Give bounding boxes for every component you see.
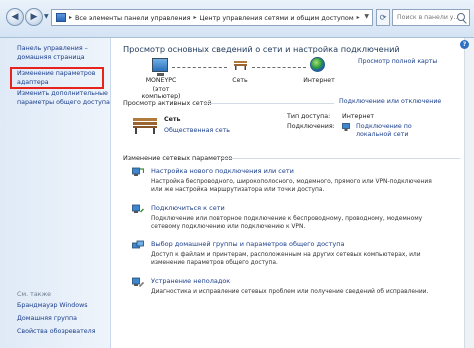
search-box[interactable] <box>392 9 470 26</box>
task-desc-line: Настройка беспроводного, широкополосного… <box>151 179 432 185</box>
divider <box>204 103 334 104</box>
help-icon[interactable]: ? <box>460 40 469 49</box>
network-type-link[interactable]: Общественная сеть <box>164 127 230 134</box>
node-internet: Интернет <box>303 77 335 84</box>
access-type-value: Интернет <box>342 113 375 120</box>
change-settings-heading: Изменение сетевых параметров <box>123 154 233 162</box>
access-type-label: Тип доступа: <box>287 113 331 120</box>
sidebar-link-label: домашняя страница <box>17 54 85 61</box>
task-desc-line: изменение параметров общего доступа. <box>151 260 278 266</box>
sidebar-link-label: Изменить дополнительные <box>17 90 108 97</box>
sidebar-link-internet-options[interactable]: Свойства обозревателя <box>17 327 96 336</box>
node-computer: MONEYPC (этот компьютер) <box>140 77 182 100</box>
lan-connection-label: Подключение по <box>356 123 412 130</box>
address-field[interactable]: ▸ Все элементы панели управления ▸ Центр… <box>51 9 373 26</box>
task-description: Подключение или повторное подключение к … <box>151 215 451 231</box>
task-desc-line: сетевому подключению или подключению к V… <box>151 224 306 230</box>
homegroup-icon <box>132 240 144 249</box>
page-title: Просмотр основных сведений о сети и наст… <box>123 44 400 54</box>
see-also-heading: См. также <box>17 291 52 298</box>
task-title[interactable]: Устранение неполадок <box>151 277 230 285</box>
task-title[interactable]: Подключиться к сети <box>151 204 225 212</box>
sidebar-link-home[interactable]: Панель управления – домашняя страница <box>17 44 88 62</box>
new-connection-icon <box>132 167 144 176</box>
task-desc-line: Доступ к файлам и принтерам, расположенн… <box>151 252 421 258</box>
control-panel-icon <box>56 13 66 22</box>
back-button[interactable]: ◀ <box>6 8 24 26</box>
back-arrow-icon: ◀ <box>11 12 19 22</box>
breadcrumb-chevron-icon[interactable]: ▸ <box>69 14 72 21</box>
divider <box>220 158 460 159</box>
active-networks-heading: Просмотр активных сетей <box>123 99 212 107</box>
sidebar-link-sharing-settings[interactable]: Изменить дополнительные параметры общего… <box>17 89 110 107</box>
refresh-button[interactable]: ⟳ <box>376 9 390 26</box>
task-title[interactable]: Настройка нового подключения или сети <box>151 167 294 175</box>
task-description: Доступ к файлам и принтерам, расположенн… <box>151 251 451 267</box>
recent-pages-dropdown-icon[interactable]: ▼ <box>44 13 49 20</box>
forward-button[interactable]: ▶ <box>25 8 43 26</box>
task-title[interactable]: Выбор домашней группы и параметров общег… <box>151 240 345 248</box>
breadcrumb-chevron-icon[interactable]: ▸ <box>194 14 197 21</box>
connection-line <box>252 67 306 68</box>
internet-globe-icon <box>310 57 325 72</box>
refresh-icon: ⟳ <box>379 13 387 22</box>
node-computer-sub: (этот компьютер) <box>141 86 181 100</box>
node-network: Сеть <box>232 77 248 84</box>
sidebar-link-label: Панель управления – <box>17 45 88 52</box>
vertical-scrollbar[interactable] <box>464 38 474 348</box>
address-dropdown-icon[interactable]: ▼ <box>364 13 369 20</box>
search-input[interactable] <box>397 14 457 21</box>
lan-connection-icon <box>342 123 350 131</box>
task-description: Диагностика и исправление сетевых пробле… <box>151 288 451 296</box>
search-icon[interactable] <box>457 13 465 21</box>
computer-icon <box>152 58 168 76</box>
breadcrumb-item[interactable]: Центр управления сетями и общим доступом <box>200 14 354 22</box>
task-desc-line: Диагностика и исправление сетевых пробле… <box>151 289 429 295</box>
network-bench-icon <box>133 118 157 134</box>
lan-connection-label: локальной сети <box>356 131 409 138</box>
breadcrumb-item[interactable]: Все элементы панели управления <box>75 14 190 22</box>
connection-line <box>172 67 227 68</box>
sidebar-link-firewall[interactable]: Брандмауэр Windows <box>17 301 88 310</box>
connect-network-icon <box>132 204 144 213</box>
connect-disconnect-link[interactable]: Подключение или отключение <box>339 98 441 105</box>
connections-label: Подключения: <box>287 123 335 130</box>
breadcrumb-chevron-icon[interactable]: ▸ <box>357 14 360 21</box>
lan-connection-link[interactable]: Подключение по локальной сети <box>356 123 412 139</box>
address-bar: ◀ ▶ ▼ ▸ Все элементы панели управления ▸… <box>0 0 474 38</box>
troubleshoot-icon <box>132 277 144 288</box>
sidebar-link-label: параметры общего доступа <box>17 99 110 106</box>
sidebar-link-homegroup[interactable]: Домашняя группа <box>17 314 77 323</box>
task-description: Настройка беспроводного, широкополосного… <box>151 178 451 194</box>
forward-arrow-icon: ▶ <box>30 12 38 22</box>
active-network-name: Сеть <box>164 116 181 123</box>
highlight-box <box>10 67 104 89</box>
task-desc-line: или же настройка маршрутизатора или точк… <box>151 187 325 193</box>
node-computer-name: MONEYPC <box>145 77 177 84</box>
task-desc-line: Подключение или повторное подключение к … <box>151 216 423 222</box>
full-map-link[interactable]: Просмотр полной карты <box>358 58 437 65</box>
network-bench-icon <box>234 61 247 70</box>
